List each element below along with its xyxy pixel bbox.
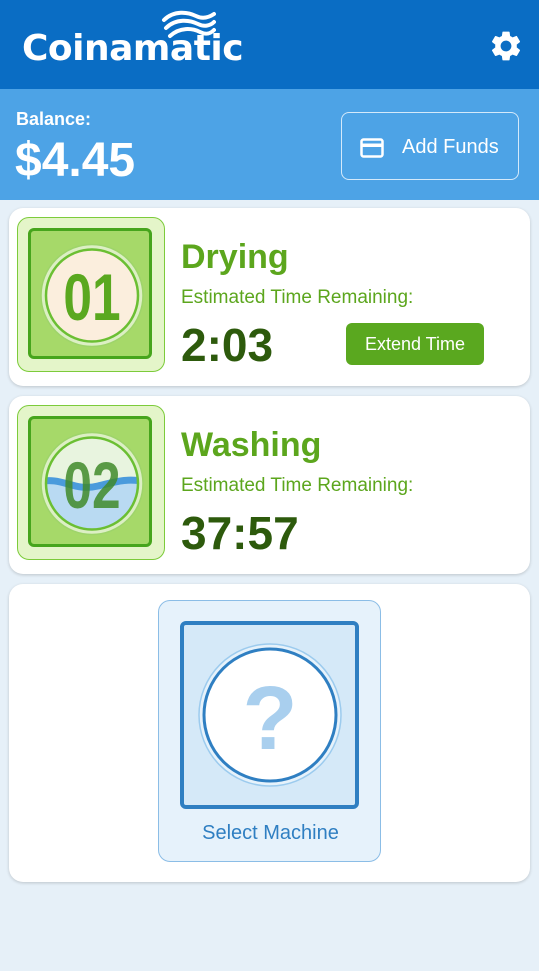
select-machine-card: ? Select Machine	[9, 584, 530, 882]
machine-status-01: Drying	[181, 238, 289, 276]
balance-label: Balance:	[16, 109, 92, 129]
machine-card-02[interactable]: 02 Washing Estimated Time Remaining: 37:…	[9, 396, 530, 574]
gear-icon[interactable]	[488, 28, 524, 64]
add-funds-button[interactable]: Add Funds	[341, 112, 519, 180]
balance-amount: $4.45	[15, 134, 136, 187]
select-machine-label: Select Machine	[202, 822, 339, 844]
time-remaining-02: 37:57	[181, 507, 299, 559]
extend-time-button[interactable]: Extend Time	[346, 323, 484, 365]
balance-bar: Balance: $4.45 Add Funds	[0, 89, 539, 200]
time-remaining-01: 2:03	[181, 319, 274, 371]
add-funds-label: Add Funds	[402, 136, 499, 158]
machine-tile-02: 02	[17, 405, 165, 560]
question-mark-icon: ?	[198, 643, 342, 787]
time-remaining-label-02: Estimated Time Remaining:	[181, 475, 414, 496]
time-remaining-label-01: Estimated Time Remaining:	[181, 287, 414, 308]
logo-waves-icon	[162, 10, 216, 38]
machine-status-02: Washing	[181, 426, 322, 464]
machine-number-01: 01	[63, 260, 120, 335]
machine-tile-01: 01	[17, 217, 165, 372]
credit-card-icon	[360, 138, 384, 158]
machine-dial-02-icon: 02	[40, 431, 144, 536]
machine-number-02: 02	[63, 448, 120, 523]
app-header: Coinamatic	[0, 0, 539, 89]
select-machine-button[interactable]: ? Select Machine	[158, 600, 381, 862]
machine-card-01[interactable]: 01 Drying Estimated Time Remaining: 2:03…	[9, 208, 530, 386]
machine-dial-01-icon: 01	[40, 243, 144, 348]
select-machine-symbol: ?	[243, 669, 298, 769]
